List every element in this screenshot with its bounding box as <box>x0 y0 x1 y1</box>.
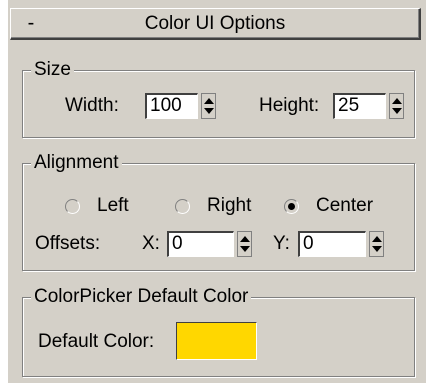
spinner-up-icon[interactable] <box>204 98 214 104</box>
spinner-up-icon[interactable] <box>392 98 402 104</box>
rollout-header[interactable]: - Color UI Options <box>10 8 421 40</box>
height-input[interactable]: 25 <box>333 93 386 119</box>
offset-x-input[interactable]: 0 <box>167 231 234 257</box>
width-spinner[interactable]: 100 <box>145 93 216 119</box>
spinner-down-icon[interactable] <box>240 246 250 252</box>
rollout-title: Color UI Options <box>144 13 286 34</box>
offset-y-label: Y: <box>273 233 290 254</box>
offsets-label: Offsets: <box>35 233 101 254</box>
offset-y-spinner-arrows-icon[interactable] <box>369 231 384 257</box>
colorpicker-group-label: ColorPicker Default Color <box>31 285 252 309</box>
spinner-up-icon[interactable] <box>240 236 250 242</box>
default-color-label: Default Color: <box>38 331 155 352</box>
width-label: Width: <box>65 95 119 116</box>
radio-left-label[interactable]: Left <box>97 194 129 218</box>
alignment-group-label: Alignment <box>31 151 122 175</box>
spinner-down-icon[interactable] <box>204 108 214 114</box>
radio-center-label[interactable]: Center <box>316 194 373 218</box>
height-spinner-arrows-icon[interactable] <box>389 93 404 119</box>
offset-x-label: X: <box>142 233 160 254</box>
default-color-swatch[interactable] <box>176 322 257 360</box>
spinner-down-icon[interactable] <box>392 108 402 114</box>
spinner-up-icon[interactable] <box>372 236 382 242</box>
offset-x-spinner[interactable]: 0 <box>167 231 252 257</box>
radio-selected-dot-icon <box>288 203 295 210</box>
height-spinner[interactable]: 25 <box>333 93 404 119</box>
size-group-label: Size <box>31 58 74 82</box>
spinner-down-icon[interactable] <box>372 246 382 252</box>
offset-y-spinner[interactable]: 0 <box>298 231 384 257</box>
width-spinner-arrows-icon[interactable] <box>201 93 216 119</box>
radio-left[interactable] <box>65 199 80 214</box>
radio-center[interactable] <box>284 199 299 214</box>
offset-y-input[interactable]: 0 <box>298 231 366 257</box>
offset-x-spinner-arrows-icon[interactable] <box>237 231 252 257</box>
height-label: Height: <box>259 95 320 116</box>
radio-right[interactable] <box>175 199 190 214</box>
radio-right-label[interactable]: Right <box>207 194 251 218</box>
width-input[interactable]: 100 <box>145 93 198 119</box>
